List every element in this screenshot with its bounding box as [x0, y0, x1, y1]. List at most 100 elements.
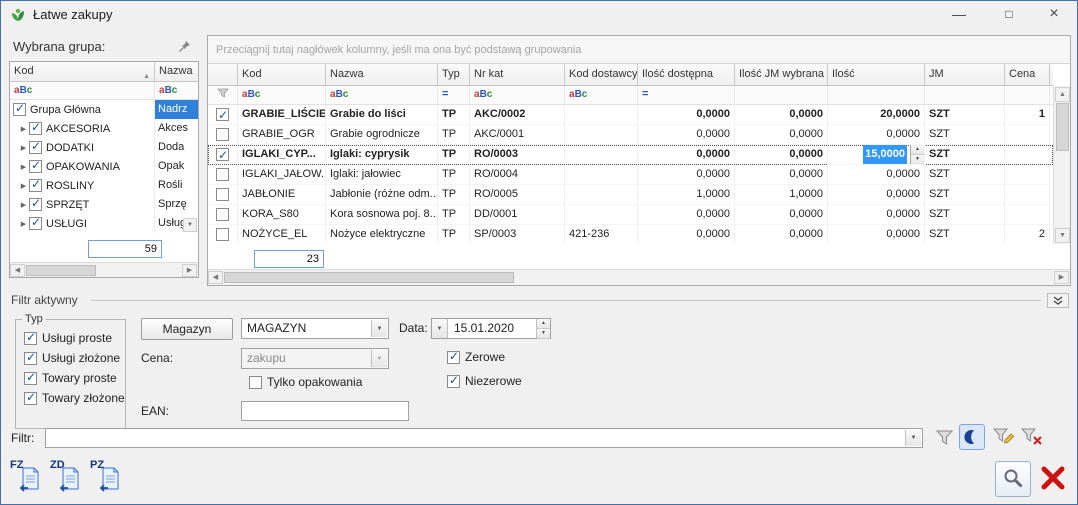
- filter-cell[interactable]: aBc: [565, 86, 638, 105]
- scroll-left-icon[interactable]: ◀: [10, 264, 25, 277]
- group-by-hint[interactable]: Przeciągnij tutaj nagłówek kolumny, jeśl…: [208, 36, 1070, 64]
- column-header[interactable]: Ilość dostępna: [638, 64, 735, 86]
- row-checkbox[interactable]: [216, 208, 229, 221]
- calendar-dropdown-icon[interactable]: ▼: [432, 319, 448, 338]
- text-filter-icon[interactable]: aBc: [330, 89, 348, 100]
- checkbox[interactable]: ✓: [24, 392, 37, 405]
- row-checkbox[interactable]: ✓: [216, 148, 229, 161]
- column-header[interactable]: Ilość JM wybrana: [735, 64, 828, 86]
- filter-cell[interactable]: aBc: [238, 86, 326, 105]
- tree-row[interactable]: ▶✓DODATKIDoda: [10, 138, 198, 157]
- chevron-down-icon[interactable]: ▼: [371, 320, 387, 337]
- tree-checkbox[interactable]: ✓: [29, 198, 42, 211]
- tree-row[interactable]: ▶✓ROŚLINYRośli: [10, 176, 198, 195]
- title-bar[interactable]: Łatwe zakupy — □ ×: [1, 1, 1077, 29]
- tylko-opakowania-checkbox[interactable]: Tylko opakowania: [249, 375, 362, 389]
- typ-checkbox[interactable]: ✓Towary złożone: [24, 391, 125, 405]
- moon-icon[interactable]: [959, 424, 985, 450]
- row-checkbox[interactable]: [216, 188, 229, 201]
- zerowe-checkbox[interactable]: ✓Zerowe: [447, 350, 505, 364]
- scrollbar-thumb[interactable]: [224, 272, 514, 283]
- tree-checkbox[interactable]: ✓: [29, 160, 42, 173]
- column-header[interactable]: Kod: [238, 64, 326, 86]
- grid-row[interactable]: KORA_S80Kora sosnowa poj. 8...TPDD/00010…: [208, 205, 1053, 225]
- grid-row[interactable]: GRABIE_OGRGrabie ogrodniczeTPAKC/00010,0…: [208, 125, 1053, 145]
- ilosc-spinner[interactable]: ▲▼: [910, 145, 924, 165]
- filter-cell[interactable]: [735, 86, 828, 105]
- row-checkbox[interactable]: ✓: [216, 108, 229, 121]
- filter-cell[interactable]: =: [438, 86, 470, 105]
- tree-checkbox[interactable]: ✓: [29, 217, 42, 230]
- filter-cell[interactable]: aBc: [470, 86, 565, 105]
- tree-checkbox[interactable]: ✓: [29, 141, 42, 154]
- close-button[interactable]: ×: [1034, 1, 1074, 29]
- typ-checkbox[interactable]: ✓Towary proste: [24, 371, 125, 385]
- checkbox[interactable]: ✓: [24, 372, 37, 385]
- column-header[interactable]: Nr kat: [470, 64, 565, 86]
- funnel-clear-icon[interactable]: [1021, 427, 1043, 450]
- grid-row[interactable]: NOŻYCE_ELNożyce elektryczneTPSP/0003421-…: [208, 225, 1053, 244]
- row-checkbox[interactable]: [216, 228, 229, 241]
- numeric-filter-icon[interactable]: =: [642, 88, 648, 100]
- scroll-down-icon[interactable]: ▼: [183, 218, 197, 232]
- text-filter-icon[interactable]: aBc: [474, 89, 492, 100]
- scroll-right-icon[interactable]: ▶: [182, 264, 197, 277]
- expander-icon[interactable]: ▶: [18, 144, 29, 152]
- date-field[interactable]: ▼ 15.01.2020 ▲▼: [431, 318, 551, 339]
- row-checkbox[interactable]: [216, 168, 229, 181]
- filter-cell[interactable]: aBc: [326, 86, 438, 105]
- grid-row[interactable]: IGLAKI_JAŁOW...Iglaki: jałowiecTPRO/0004…: [208, 165, 1053, 185]
- checkbox[interactable]: ✓: [24, 332, 37, 345]
- pin-icon[interactable]: [178, 40, 191, 56]
- tree-checkbox[interactable]: ✓: [13, 103, 26, 116]
- chevron-down-icon[interactable]: ▼: [905, 430, 921, 446]
- column-header[interactable]: Ilość: [828, 64, 925, 86]
- ilosc-edit-value[interactable]: 15,0000: [863, 145, 907, 164]
- grid-row[interactable]: JABŁONIEJabłonie (różne odm...TPRO/00051…: [208, 185, 1053, 205]
- numeric-filter-icon[interactable]: =: [442, 88, 448, 100]
- tree-checkbox[interactable]: ✓: [29, 122, 42, 135]
- create-fz-button[interactable]: FZ: [9, 459, 45, 497]
- checkbox[interactable]: ✓: [24, 352, 37, 365]
- checkbox[interactable]: ✓: [447, 351, 460, 364]
- filter-funnel-cell[interactable]: [208, 86, 238, 105]
- tree-row[interactable]: ▶✓USŁUGIUsług: [10, 214, 198, 233]
- expander-icon[interactable]: ▶: [18, 125, 29, 133]
- magazyn-select[interactable]: MAGAZYN ▼: [241, 318, 389, 339]
- grid-row[interactable]: ✓IGLAKI_CYP...Iglaki: cyprysikTPRO/00030…: [208, 145, 1053, 165]
- column-header[interactable]: Typ: [438, 64, 470, 86]
- column-header[interactable]: Cena: [1005, 64, 1050, 86]
- date-spinner[interactable]: ▲▼: [536, 319, 550, 338]
- row-checkbox[interactable]: [216, 128, 229, 141]
- minimize-button[interactable]: —: [939, 1, 979, 29]
- text-filter-icon[interactable]: aBc: [14, 85, 32, 96]
- checkbox[interactable]: [249, 376, 262, 389]
- expander-icon[interactable]: ▶: [18, 220, 29, 228]
- collapse-filter-button[interactable]: [1047, 293, 1069, 308]
- tree-row[interactable]: ✓Grupa GłównaNadrz: [10, 100, 198, 119]
- create-pz-button[interactable]: PZ: [89, 459, 125, 497]
- tree-filter-nazwa[interactable]: aBc: [155, 82, 198, 100]
- niezerowe-checkbox[interactable]: ✓Niezerowe: [447, 374, 522, 388]
- funnel-icon[interactable]: [935, 429, 954, 449]
- scroll-right-icon[interactable]: ▶: [1054, 271, 1069, 284]
- tree-column-kod[interactable]: Kod ▲: [10, 62, 155, 82]
- grid-row[interactable]: ✓GRABIE_LIŚCIEGrabie do liściTPAKC/00020…: [208, 105, 1053, 125]
- scroll-down-icon[interactable]: ▼: [1055, 228, 1070, 243]
- text-filter-icon[interactable]: aBc: [159, 85, 177, 96]
- maximize-button[interactable]: □: [989, 1, 1029, 29]
- tree-row[interactable]: ▶✓OPAKOWANIAOpak: [10, 157, 198, 176]
- tree-filter-kod[interactable]: aBc: [10, 82, 155, 100]
- expander-icon[interactable]: ▶: [18, 201, 29, 209]
- filter-cell[interactable]: =: [638, 86, 735, 105]
- filter-cell[interactable]: [1005, 86, 1050, 105]
- column-header[interactable]: Nazwa: [326, 64, 438, 86]
- filtr-combo[interactable]: ▼: [45, 428, 923, 448]
- expander-icon[interactable]: ▶: [18, 163, 29, 171]
- filter-cell[interactable]: [828, 86, 925, 105]
- scrollbar-thumb[interactable]: [26, 265, 96, 276]
- checkbox[interactable]: ✓: [447, 375, 460, 388]
- create-zd-button[interactable]: ZD: [49, 459, 85, 497]
- column-header[interactable]: Kod dostawcy: [565, 64, 638, 86]
- column-header[interactable]: JM: [925, 64, 1005, 86]
